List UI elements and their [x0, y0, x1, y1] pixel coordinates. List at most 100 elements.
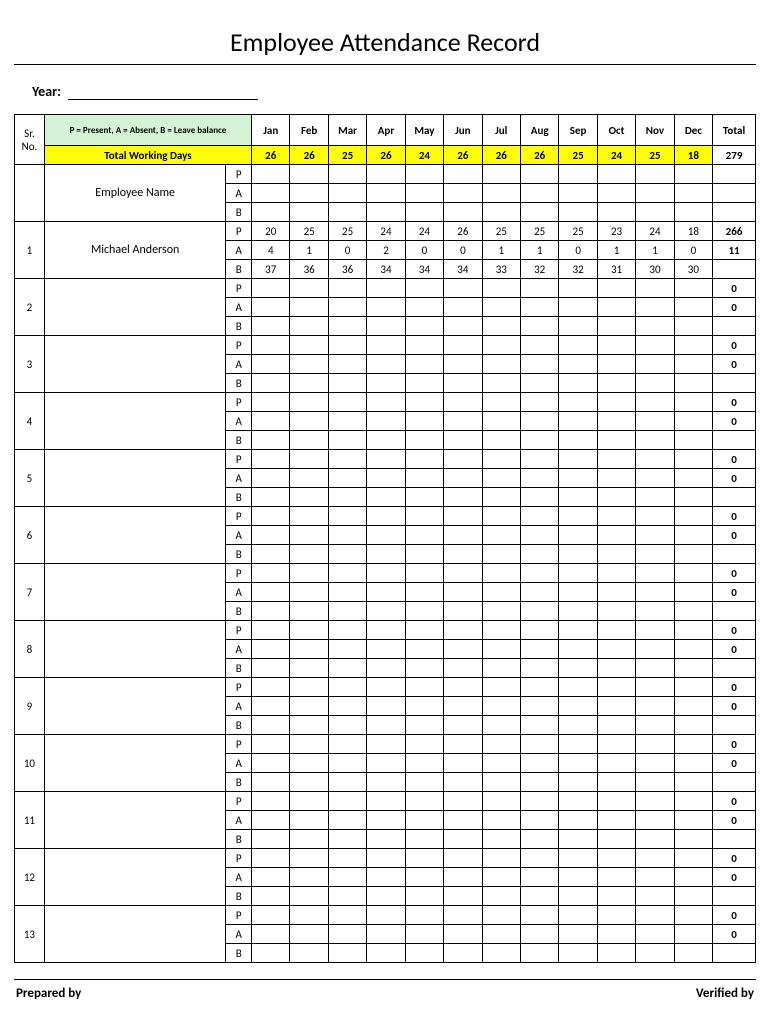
row-total — [713, 602, 756, 621]
data-cell — [597, 203, 635, 222]
data-cell — [328, 830, 366, 849]
data-cell — [597, 602, 635, 621]
data-cell — [252, 944, 290, 963]
row-total: 0 — [713, 735, 756, 754]
data-cell: 34 — [405, 260, 443, 279]
data-cell: 34 — [367, 260, 405, 279]
data-cell: 25 — [559, 222, 597, 241]
sr-cell: 7 — [15, 564, 45, 621]
data-cell — [444, 697, 482, 716]
data-cell — [252, 887, 290, 906]
data-cell — [520, 887, 558, 906]
data-cell — [674, 735, 712, 754]
data-cell — [252, 602, 290, 621]
data-cell — [636, 317, 674, 336]
sr-cell: 6 — [15, 507, 45, 564]
data-cell — [482, 621, 520, 640]
pab-label: B — [226, 716, 252, 735]
data-cell — [405, 659, 443, 678]
data-cell — [367, 165, 405, 184]
data-cell — [290, 773, 328, 792]
data-cell — [367, 374, 405, 393]
data-cell — [559, 564, 597, 583]
data-cell — [597, 355, 635, 374]
data-cell — [482, 849, 520, 868]
year-input-line[interactable] — [68, 99, 258, 100]
row-total: 0 — [713, 792, 756, 811]
sr-cell: 8 — [15, 621, 45, 678]
data-cell — [597, 697, 635, 716]
data-cell — [367, 811, 405, 830]
data-cell: 1 — [482, 241, 520, 260]
row-total: 0 — [713, 621, 756, 640]
data-cell: 0 — [674, 241, 712, 260]
data-cell — [290, 697, 328, 716]
data-cell — [520, 773, 558, 792]
pab-label: P — [226, 792, 252, 811]
data-cell — [520, 526, 558, 545]
data-cell — [444, 830, 482, 849]
data-cell — [290, 469, 328, 488]
month-header: Oct — [597, 115, 635, 146]
data-cell — [597, 507, 635, 526]
data-cell — [367, 393, 405, 412]
data-cell — [674, 393, 712, 412]
data-cell: 26 — [444, 222, 482, 241]
data-cell — [252, 716, 290, 735]
pab-label: B — [226, 545, 252, 564]
data-cell — [520, 868, 558, 887]
data-cell — [482, 811, 520, 830]
data-cell — [444, 469, 482, 488]
data-cell — [290, 526, 328, 545]
data-cell — [367, 678, 405, 697]
data-cell — [328, 336, 366, 355]
sr-no-header: Sr.No. — [15, 115, 45, 165]
data-cell — [405, 488, 443, 507]
data-cell — [252, 697, 290, 716]
row-total — [713, 317, 756, 336]
row-total: 0 — [713, 507, 756, 526]
data-cell — [328, 317, 366, 336]
twd-value: 25 — [328, 146, 366, 165]
data-cell — [520, 469, 558, 488]
data-cell — [597, 640, 635, 659]
data-cell — [559, 526, 597, 545]
data-cell — [252, 526, 290, 545]
data-cell — [252, 507, 290, 526]
data-cell — [367, 469, 405, 488]
data-cell — [367, 488, 405, 507]
data-cell — [405, 887, 443, 906]
data-cell — [520, 754, 558, 773]
data-cell — [328, 659, 366, 678]
sr-cell: 12 — [15, 849, 45, 906]
data-cell — [520, 298, 558, 317]
data-cell — [328, 773, 366, 792]
data-cell — [367, 735, 405, 754]
legend-cell: P = Present, A = Absent, B = Leave balan… — [44, 115, 251, 146]
data-cell — [482, 165, 520, 184]
data-cell — [636, 640, 674, 659]
data-cell — [559, 469, 597, 488]
row-total: 0 — [713, 564, 756, 583]
data-cell — [252, 564, 290, 583]
data-cell — [328, 887, 366, 906]
data-cell — [405, 507, 443, 526]
employee-name-header: Employee Name — [44, 165, 226, 222]
data-cell — [482, 203, 520, 222]
data-cell — [405, 583, 443, 602]
data-cell — [520, 602, 558, 621]
data-cell: 4 — [252, 241, 290, 260]
data-cell — [636, 203, 674, 222]
data-cell: 25 — [520, 222, 558, 241]
data-cell — [444, 526, 482, 545]
data-cell: 31 — [597, 260, 635, 279]
data-cell — [405, 431, 443, 450]
data-cell — [444, 165, 482, 184]
data-cell — [367, 887, 405, 906]
sr-cell: 9 — [15, 678, 45, 735]
data-cell — [252, 336, 290, 355]
data-cell — [597, 450, 635, 469]
data-cell — [597, 830, 635, 849]
prepared-by-label: Prepared by — [16, 986, 81, 1001]
data-cell — [444, 868, 482, 887]
